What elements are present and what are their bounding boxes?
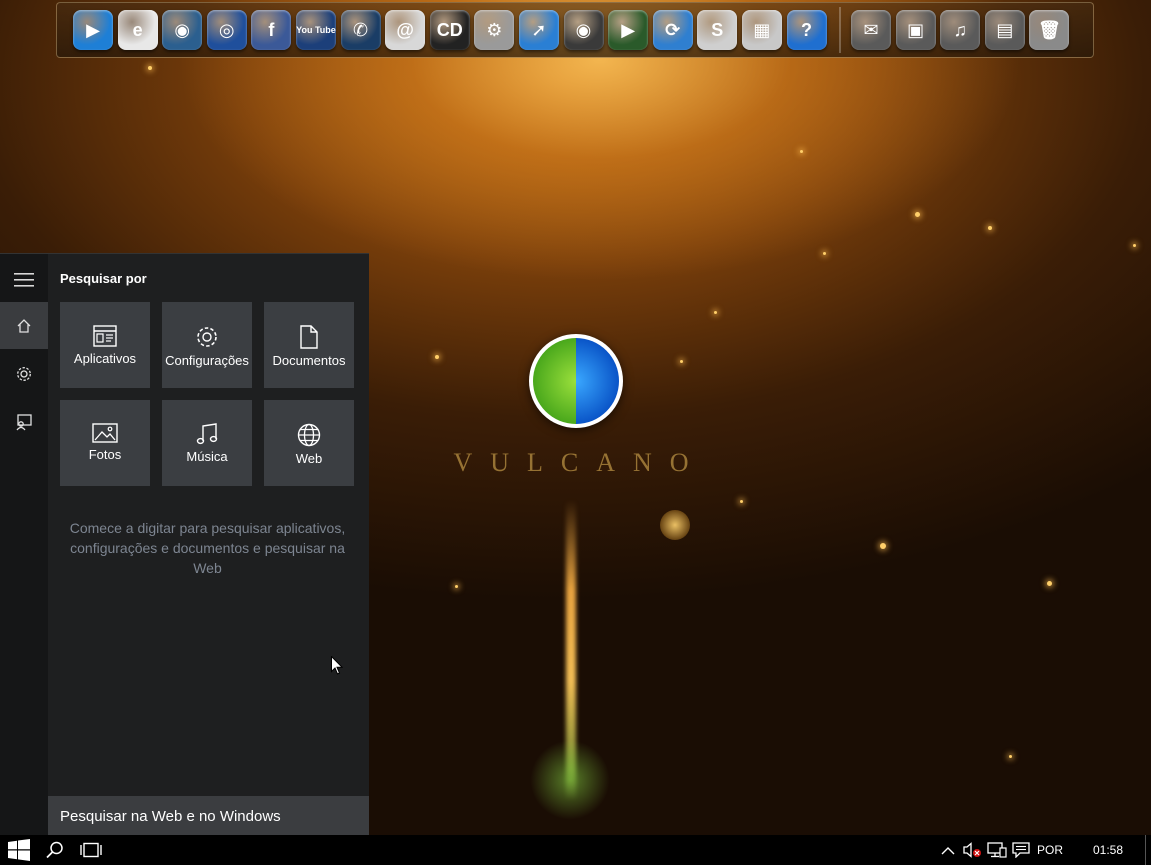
home-button[interactable] [0, 302, 48, 349]
settings-button[interactable] [0, 350, 48, 397]
show-hidden-icons-button[interactable] [938, 835, 958, 865]
search-icon [46, 841, 63, 859]
clock[interactable]: 01:58 [1085, 835, 1131, 865]
network-button[interactable] [986, 835, 1008, 865]
apps-icon [93, 325, 117, 347]
tile-settings-label: Configurações [165, 353, 249, 368]
taskbar: POR 01:58 [0, 835, 1151, 865]
youtube-icon[interactable]: You Tube [295, 10, 336, 50]
action-center-button[interactable] [1010, 835, 1032, 865]
app-dock: ▶ e ◉ ◎ f You Tube ✆ @ CD ⚙ ➚ ◉ ▶ ⟳ S ▦? ✉ ▣ ♫ ▤ 🗑 [56, 2, 1094, 58]
internet-explorer-icon[interactable]: e [117, 10, 158, 50]
globe-icon [297, 423, 321, 447]
video-clapper-icon[interactable]: ▶ [608, 10, 649, 50]
chrome-orb-icon[interactable]: ◉ [162, 10, 203, 50]
send-arrow-icon[interactable]: ➚ [518, 10, 559, 50]
update-globe-icon[interactable]: ⟳ [652, 10, 693, 50]
folder-videos-icon[interactable]: ▤ [984, 10, 1025, 50]
tile-web[interactable]: Web [264, 400, 354, 486]
task-view-button[interactable] [76, 835, 106, 865]
tile-music[interactable]: Música [162, 400, 252, 486]
tile-settings[interactable]: Configurações [162, 302, 252, 388]
whatsapp-icon[interactable]: ✆ [340, 10, 381, 50]
music-icon [196, 423, 218, 445]
cd-burner-icon[interactable]: CD [429, 10, 470, 50]
facebook-icon[interactable]: f [251, 10, 292, 50]
camera-lens-icon[interactable]: ◉ [563, 10, 604, 50]
glow-orb [660, 510, 690, 540]
folder-pictures-icon[interactable]: ▣ [895, 10, 936, 50]
mouse-pointer-icon [331, 656, 343, 675]
document-icon [300, 325, 318, 349]
start-button[interactable] [0, 835, 38, 865]
recycle-bin-icon[interactable]: 🗑 [1029, 10, 1070, 50]
skype-icon[interactable]: S [697, 10, 738, 50]
tile-documents[interactable]: Documentos [264, 302, 354, 388]
search-panel: Pesquisar por Aplicativos Configurações … [0, 253, 369, 836]
tile-photos[interactable]: Fotos [60, 400, 150, 486]
feedback-icon [16, 413, 32, 430]
task-view-icon [80, 842, 102, 858]
search-left-rail [0, 254, 48, 836]
windows-logo-icon [8, 839, 30, 861]
email-icon[interactable]: @ [385, 10, 426, 50]
search-box[interactable] [48, 796, 369, 836]
folder-music-icon[interactable]: ♫ [940, 10, 981, 50]
light-beam-glow [530, 740, 610, 820]
photo-icon [92, 423, 118, 443]
language-indicator[interactable]: POR [1036, 835, 1064, 865]
search-header: Pesquisar por [60, 271, 147, 286]
gear-icon [17, 366, 31, 381]
folder-mail-icon[interactable]: ✉ [851, 10, 892, 50]
language-label: POR [1036, 843, 1063, 857]
show-desktop-button[interactable] [1145, 835, 1151, 865]
firefox-icon[interactable]: ◎ [206, 10, 247, 50]
clock-time: 01:58 [1092, 843, 1124, 857]
hamburger-menu-button[interactable] [0, 256, 48, 303]
vulcano-logo [529, 334, 623, 428]
hamburger-icon [14, 272, 34, 287]
firewall-icon[interactable]: ▦ [741, 10, 782, 50]
tile-apps[interactable]: Aplicativos [60, 302, 150, 388]
help-book-icon[interactable]: ? [786, 10, 827, 50]
home-icon [17, 318, 31, 333]
tile-apps-label: Aplicativos [73, 351, 137, 366]
vulcano-logo-text: VULCANO [453, 448, 707, 477]
tile-documents-label: Documentos [272, 353, 346, 368]
search-hint-text: Comece a digitar para pesquisar aplicati… [69, 520, 346, 576]
search-input[interactable] [60, 807, 350, 825]
film-reels-icon[interactable]: ⚙ [474, 10, 515, 50]
network-icon [987, 842, 1007, 858]
tile-web-label: Web [295, 451, 323, 466]
chevron-up-icon [941, 846, 955, 854]
dock-separator [839, 7, 842, 53]
tile-music-label: Música [186, 449, 228, 464]
volume-muted-icon [963, 842, 981, 858]
media-player-icon[interactable]: ▶ [73, 10, 113, 50]
search-taskbar-button[interactable] [42, 835, 68, 865]
tile-photos-label: Fotos [88, 447, 122, 462]
volume-button[interactable] [962, 835, 984, 865]
feedback-button[interactable] [0, 398, 48, 445]
notification-icon [1012, 842, 1030, 858]
settings-icon [197, 327, 217, 347]
